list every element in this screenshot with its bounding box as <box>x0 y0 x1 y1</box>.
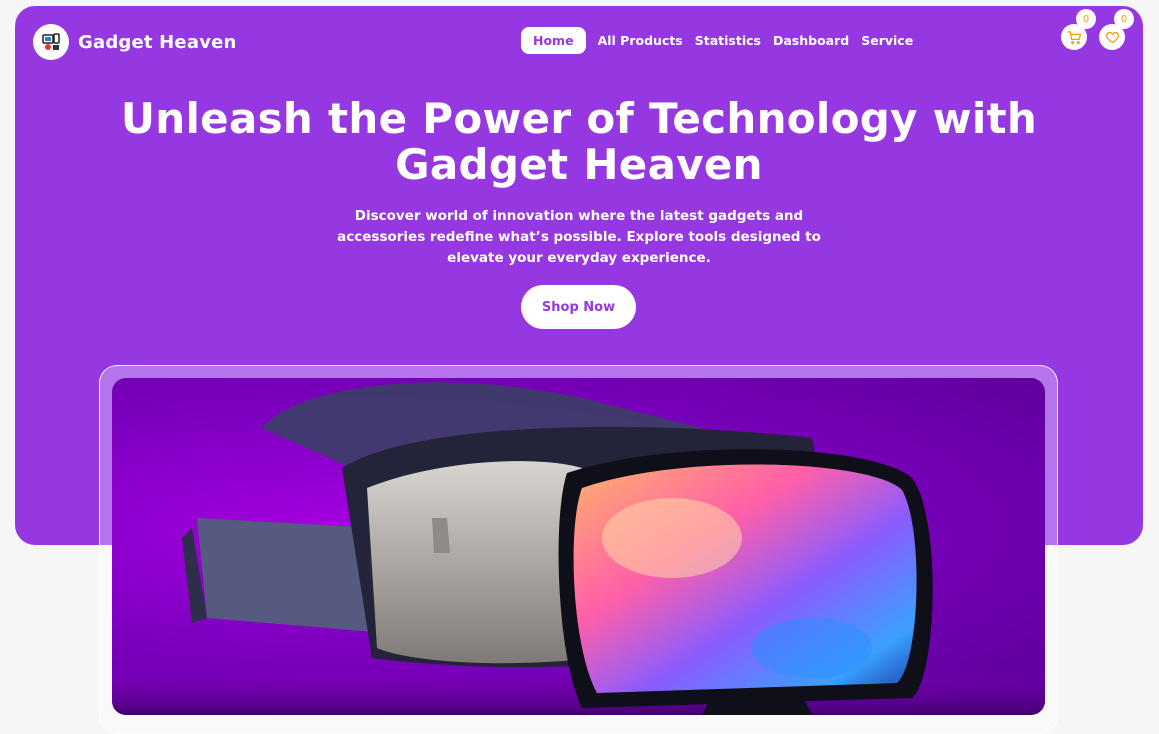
gadget-logo-icon <box>33 24 69 60</box>
nav-actions: 0 0 <box>1049 9 1134 50</box>
nav-statistics[interactable]: Statistics <box>695 33 761 48</box>
hero-headline-line1: Unleash the Power of Technology with <box>120 94 1038 143</box>
brand-name: Gadget Heaven <box>78 31 237 53</box>
shop-now-button[interactable]: Shop Now <box>521 285 636 329</box>
wishlist-count-badge: 0 <box>1114 9 1134 29</box>
nav-service[interactable]: Service <box>861 33 913 48</box>
wishlist-button[interactable]: 0 <box>1099 9 1134 50</box>
hero-headline-line2: Gadget Heaven <box>395 140 763 189</box>
hero-headline: Unleash the Power of Technology with Gad… <box>15 96 1143 188</box>
cart-icon <box>1067 30 1081 44</box>
brand-logo[interactable]: Gadget Heaven <box>33 24 237 60</box>
cart-button[interactable]: 0 <box>1061 9 1096 50</box>
heart-icon <box>1105 31 1119 43</box>
nav-home[interactable]: Home <box>521 27 586 54</box>
main-nav: Home All Products Statistics Dashboard S… <box>521 27 925 54</box>
cart-count-badge: 0 <box>1076 9 1096 29</box>
nav-dashboard[interactable]: Dashboard <box>773 33 849 48</box>
page: Gadget Heaven Home All Products Statisti… <box>0 0 1159 734</box>
nav-all-products[interactable]: All Products <box>598 33 683 48</box>
vr-headset-image <box>112 378 1045 715</box>
hero-subtext: Discover world of innovation where the l… <box>337 208 821 266</box>
